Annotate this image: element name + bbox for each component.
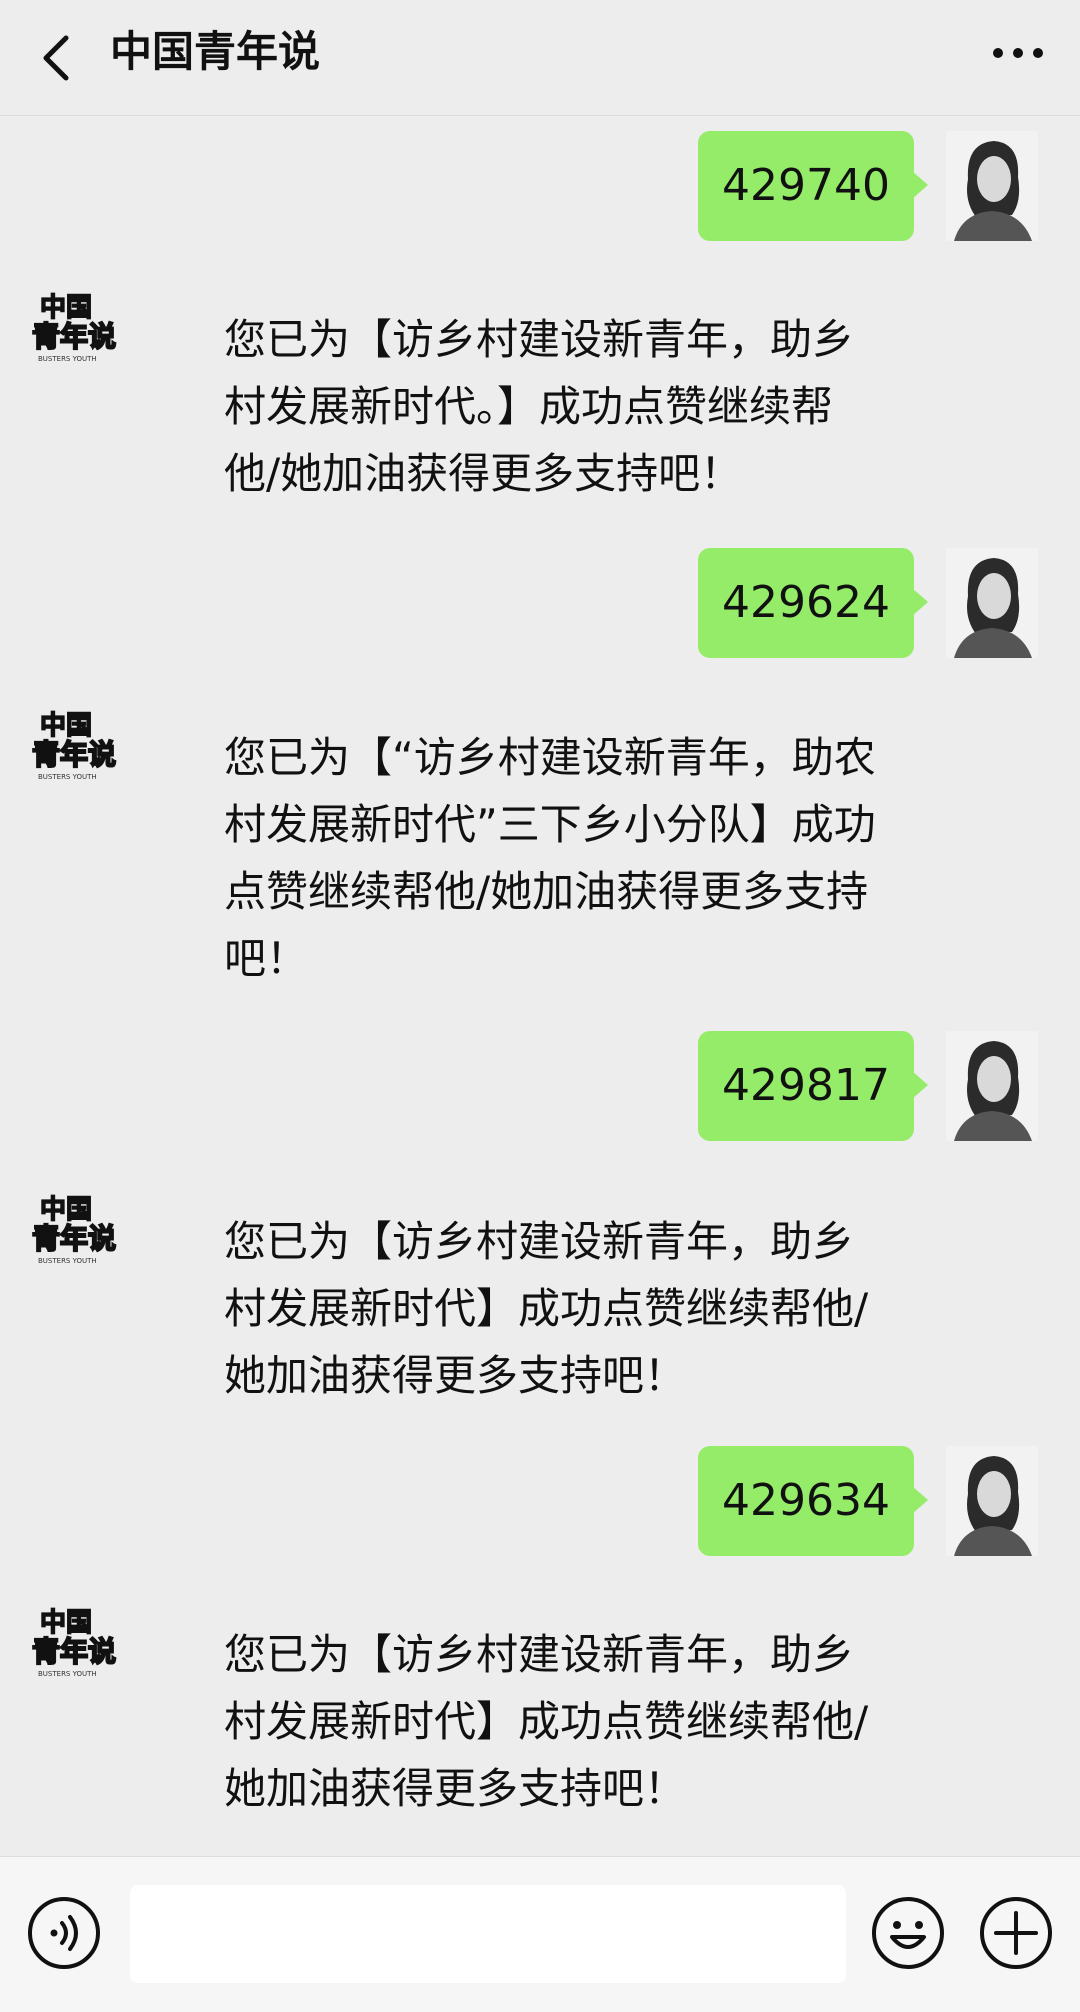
svg-text:青年说: 青年说 — [32, 1222, 116, 1255]
message-input[interactable] — [130, 1885, 846, 1983]
message-incoming: 中国 青年说 BUSTERS YOUTH 您已为【访乡村建设新青年，助乡村发展新… — [31, 1188, 1042, 1429]
outgoing-bubble[interactable]: 429817 — [698, 1031, 928, 1141]
svg-text:中国: 中国 — [40, 711, 92, 741]
svg-text:青年说: 青年说 — [32, 738, 116, 771]
user-avatar[interactable] — [946, 1446, 1038, 1556]
bot-avatar[interactable]: 中国 青年说 BUSTERS YOUTH — [31, 704, 142, 784]
message-outgoing: 429740 — [668, 131, 1038, 241]
outgoing-bubble[interactable]: 429740 — [698, 131, 928, 241]
svg-text:BUSTERS YOUTH: BUSTERS YOUTH — [38, 773, 97, 781]
message-outgoing: 429817 — [668, 1031, 1038, 1141]
bot-avatar[interactable]: 中国 青年说 BUSTERS YOUTH — [31, 1601, 142, 1681]
message-incoming: 中国 青年说 BUSTERS YOUTH 您已为【访乡村建设新青年，助乡村发展新… — [31, 286, 1042, 527]
incoming-bubble[interactable]: 您已为【访乡村建设新青年，助乡村发展新时代】成功点赞继续帮他/她加油获得更多支持… — [160, 1601, 920, 1842]
svg-text:青年说: 青年说 — [32, 1635, 116, 1668]
bot-avatar[interactable]: 中国 青年说 BUSTERS YOUTH — [31, 286, 142, 366]
plus-icon[interactable] — [978, 1895, 1054, 1971]
incoming-bubble[interactable]: 您已为【访乡村建设新青年，助乡村发展新时代。】成功点赞继续帮他/她加油获得更多支… — [160, 286, 920, 527]
chat-area: 429740 中国 青年说 BUSTERS YOUTH 您已为【访乡村建设新青年… — [0, 116, 1080, 1856]
svg-text:BUSTERS YOUTH: BUSTERS YOUTH — [38, 355, 97, 363]
outgoing-bubble[interactable]: 429624 — [698, 548, 928, 658]
user-avatar[interactable] — [946, 548, 1038, 658]
emoji-icon[interactable] — [870, 1895, 946, 1971]
input-bar — [0, 1856, 1080, 2012]
message-incoming: 中国 青年说 BUSTERS YOUTH 您已为【访乡村建设新青年，助乡村发展新… — [31, 1601, 1042, 1842]
user-avatar[interactable] — [946, 1031, 1038, 1141]
bot-avatar[interactable]: 中国 青年说 BUSTERS YOUTH — [31, 1188, 142, 1268]
back-arrow-icon[interactable] — [38, 30, 78, 86]
user-avatar[interactable] — [946, 131, 1038, 241]
svg-text:BUSTERS YOUTH: BUSTERS YOUTH — [38, 1670, 97, 1678]
svg-text:中国: 中国 — [40, 1195, 92, 1225]
outgoing-bubble[interactable]: 429634 — [698, 1446, 928, 1556]
svg-text:BUSTERS YOUTH: BUSTERS YOUTH — [38, 1257, 97, 1265]
incoming-bubble[interactable]: 您已为【访乡村建设新青年，助乡村发展新时代】成功点赞继续帮他/她加油获得更多支持… — [160, 1188, 920, 1429]
message-outgoing: 429624 — [668, 548, 1038, 658]
page-title: 中国青年说 — [110, 27, 321, 76]
message-outgoing: 429634 — [668, 1446, 1038, 1556]
svg-text:中国: 中国 — [40, 1608, 92, 1638]
svg-text:青年说: 青年说 — [32, 320, 116, 353]
more-dots-icon[interactable] — [990, 38, 1046, 68]
top-bar: 中国青年说 — [0, 0, 1080, 116]
message-incoming: 中国 青年说 BUSTERS YOUTH 您已为【“访乡村建设新青年，助农村发展… — [31, 704, 1042, 1012]
incoming-bubble[interactable]: 您已为【“访乡村建设新青年，助农村发展新时代”三下乡小分队】成功点赞继续帮他/她… — [160, 704, 920, 1012]
voice-icon[interactable] — [26, 1895, 102, 1971]
svg-text:中国: 中国 — [40, 293, 92, 323]
